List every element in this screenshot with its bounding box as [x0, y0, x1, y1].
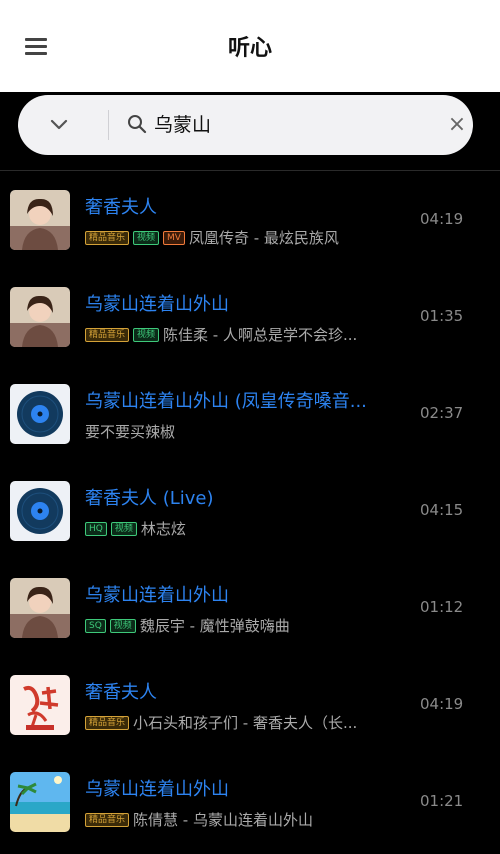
song-artist: 要不要买辣椒 — [85, 423, 176, 441]
quality-badge: MV — [163, 230, 185, 245]
song-title: 乌蒙山连着山外山 — [85, 779, 229, 800]
song-artist: 魏辰宇 - 魔性弹鼓嗨曲 — [139, 617, 290, 635]
search-icon — [126, 113, 148, 135]
song-artist: 小石头和孩子们 - 奢香夫人（长... — [133, 714, 358, 732]
song-title: 奢香夫人 (Live) — [85, 488, 214, 509]
song-artist: 凤凰传奇 - 最炫民族风 — [188, 229, 339, 247]
song-meta: 精品音乐 视频 陈佳柔 - 人啊总是学不会珍... — [85, 324, 405, 344]
song-duration: 04:19 — [420, 695, 464, 713]
song-row[interactable]: 乌蒙山连着山外山精品音乐 视频 陈佳柔 - 人啊总是学不会珍... 01:35 — [0, 272, 500, 369]
album-cover — [10, 578, 70, 638]
app-header: 听心 — [0, 0, 500, 92]
quality-badge: 精品音乐 — [85, 812, 130, 827]
quality-badge: 精品音乐 — [85, 327, 130, 342]
song-meta: 精品音乐 小石头和孩子们 - 奢香夫人（长... — [85, 712, 405, 732]
quality-badge: 精品音乐 — [85, 230, 130, 245]
song-meta: 精品音乐 陈倩慧 - 乌蒙山连着山外山 — [85, 809, 405, 829]
album-cover — [10, 287, 70, 347]
page-title: 听心 — [227, 36, 272, 61]
song-title: 乌蒙山连着山外山 — [85, 294, 229, 315]
song-artist: 陈倩慧 - 乌蒙山连着山外山 — [133, 811, 313, 829]
song-duration: 02:37 — [420, 404, 464, 422]
song-meta: SQ 视频 魏辰宇 - 魔性弹鼓嗨曲 — [85, 615, 405, 635]
quality-badge: 视频 — [109, 618, 136, 633]
song-list: 奢香夫人 精品音乐 视频 MV 凤凰传奇 - 最炫民族风 04:19 乌蒙山连着山外山 精品音… — [0, 175, 500, 854]
clear-icon[interactable]: × — [446, 110, 468, 140]
song-duration: 01:21 — [420, 792, 464, 810]
search-divider — [108, 110, 109, 140]
album-cover — [10, 772, 70, 832]
song-row[interactable]: 乌蒙山连着山外山 (凤皇传奇嗓音... 要不要买辣椒 02:37 — [0, 369, 500, 466]
album-cover — [10, 190, 70, 250]
search-bar: 乌蒙山 × — [18, 95, 473, 155]
song-row[interactable]: 乌蒙山连着山外山 SQ 视频 魏辰宇 - 魔性弹鼓嗨曲 01:12 — [0, 563, 500, 660]
song-row[interactable]: 奢香夫人精品音乐 视频 MV 凤凰传奇 - 最炫民族风 04:19 — [0, 175, 500, 272]
song-row[interactable]: 奢香夫人精品音乐 小石头和孩子们 - 奢香夫人（长... 04:19 — [0, 660, 500, 757]
song-meta: HQ 视频 林志炫 — [85, 518, 405, 538]
song-duration: 01:35 — [420, 307, 464, 325]
album-cover — [10, 675, 70, 735]
quality-badge: 视频 — [133, 230, 160, 245]
search-input[interactable]: 乌蒙山 — [154, 110, 211, 140]
song-artist: 陈佳柔 - 人啊总是学不会珍... — [163, 326, 358, 344]
vinyl-disc-icon — [10, 481, 70, 541]
song-title: 乌蒙山连着山外山 (凤皇传奇嗓音... — [85, 391, 367, 412]
song-artist: 林志炫 — [140, 520, 186, 538]
song-title: 乌蒙山连着山外山 — [85, 585, 229, 606]
song-row[interactable]: 乌蒙山连着山外山精品音乐 陈倩慧 - 乌蒙山连着山外山 01:21 — [0, 757, 500, 854]
divider — [0, 170, 500, 171]
quality-badge: 视频 — [110, 521, 137, 536]
song-title: 奢香夫人 — [85, 197, 157, 218]
quality-badge: 精品音乐 — [85, 715, 130, 730]
quality-badge: 视频 — [133, 327, 160, 342]
song-meta: 要不要买辣椒 — [85, 421, 405, 441]
vinyl-disc-icon — [10, 384, 70, 444]
song-duration: 04:15 — [420, 501, 464, 519]
song-meta: 精品音乐 视频 MV 凤凰传奇 - 最炫民族风 — [85, 227, 405, 247]
quality-badge: HQ — [85, 521, 107, 536]
chevron-down-icon[interactable] — [48, 113, 70, 135]
quality-badge: SQ — [85, 618, 106, 633]
song-duration: 01:12 — [420, 598, 464, 616]
song-row[interactable]: 奢香夫人 (Live) HQ 视频 林志炫 04:15 — [0, 466, 500, 563]
song-title: 奢香夫人 — [85, 682, 157, 703]
song-duration: 04:19 — [420, 210, 464, 228]
